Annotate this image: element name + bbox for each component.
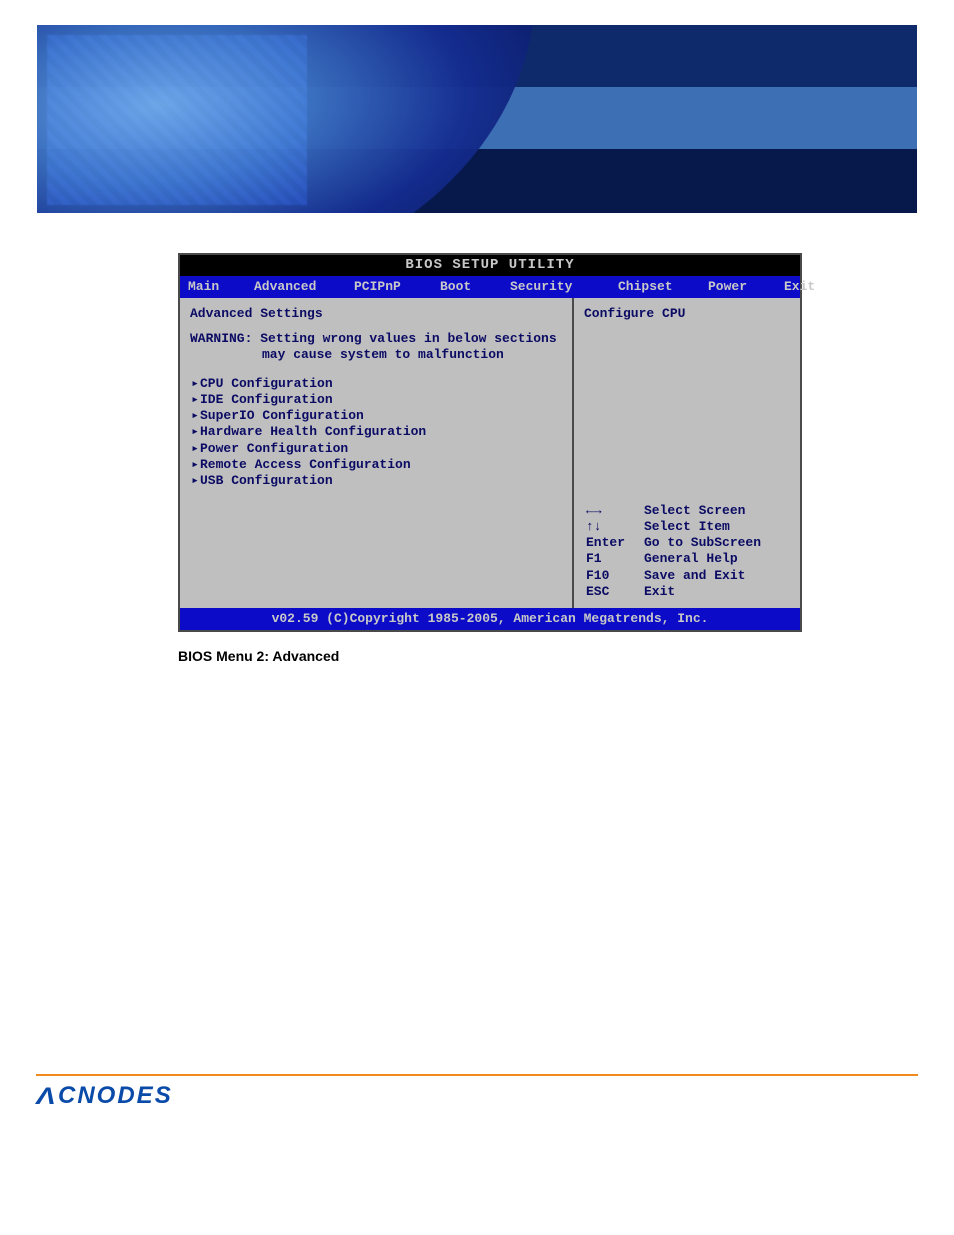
- key-name: F1: [584, 551, 642, 567]
- chevron-right-icon: ▸: [190, 376, 200, 392]
- key-action: Exit: [642, 584, 794, 600]
- tab-advanced[interactable]: Advanced: [254, 279, 354, 294]
- warning-line: may cause system to malfunction: [190, 347, 562, 363]
- menu-item-label: CPU Configuration: [200, 376, 333, 392]
- tab-chipset[interactable]: Chipset: [618, 279, 708, 294]
- menu-item-label: USB Configuration: [200, 473, 333, 489]
- banner-chip-texture: [47, 35, 307, 205]
- key-help-row: F10Save and Exit: [584, 568, 794, 584]
- menu-item[interactable]: ▸ IDE Configuration: [190, 392, 562, 408]
- key-action: Go to SubScreen: [642, 535, 794, 551]
- key-name: ←→: [584, 503, 642, 519]
- chevron-right-icon: ▸: [190, 392, 200, 408]
- key-help-table: ←→Select Screen↑↓Select ItemEnterGo to S…: [584, 503, 794, 601]
- section-title: Advanced Settings: [190, 306, 562, 321]
- menu-item[interactable]: ▸ Remote Access Configuration: [190, 457, 562, 473]
- key-help-row: ←→Select Screen: [584, 503, 794, 519]
- key-action: General Help: [642, 551, 794, 567]
- bios-title: BIOS SETUP UTILITY: [180, 255, 800, 276]
- tab-main[interactable]: Main: [188, 279, 254, 294]
- brand-logo: ΛCNODES: [38, 1082, 954, 1110]
- key-name: ESC: [584, 584, 642, 600]
- brand-text: CNODES: [58, 1082, 173, 1109]
- tab-pcipnp[interactable]: PCIPnP: [354, 279, 440, 294]
- key-action: Save and Exit: [642, 568, 794, 584]
- key-action: Select Item: [642, 519, 794, 535]
- menu-item-label: Remote Access Configuration: [200, 457, 411, 473]
- bios-footer: v02.59 (C)Copyright 1985-2005, American …: [180, 608, 800, 630]
- menu-item-label: SuperIO Configuration: [200, 408, 364, 424]
- brand-caret-icon: Λ: [36, 1083, 58, 1111]
- bios-right-pane: Configure CPU ←→Select Screen↑↓Select It…: [574, 298, 800, 608]
- tab-power[interactable]: Power: [708, 279, 784, 294]
- warning-line: WARNING: Setting wrong values in below s…: [190, 331, 562, 347]
- divider: [36, 1074, 918, 1076]
- figure-caption: BIOS Menu 2: Advanced: [178, 648, 954, 664]
- tab-boot[interactable]: Boot: [440, 279, 510, 294]
- tab-security[interactable]: Security: [510, 279, 618, 294]
- key-action: Select Screen: [642, 503, 794, 519]
- header-banner: [37, 25, 917, 213]
- bios-left-pane: Advanced Settings WARNING: Setting wrong…: [180, 298, 574, 608]
- key-help-row: ESCExit: [584, 584, 794, 600]
- menu-item[interactable]: ▸ Hardware Health Configuration: [190, 424, 562, 440]
- warning-text: WARNING: Setting wrong values in below s…: [190, 331, 562, 364]
- menu-item-label: Power Configuration: [200, 441, 348, 457]
- chevron-right-icon: ▸: [190, 457, 200, 473]
- bios-screenshot: BIOS SETUP UTILITY Main Advanced PCIPnP …: [178, 253, 802, 632]
- menu-item[interactable]: ▸ SuperIO Configuration: [190, 408, 562, 424]
- chevron-right-icon: ▸: [190, 424, 200, 440]
- key-name: F10: [584, 568, 642, 584]
- key-name: Enter: [584, 535, 642, 551]
- chevron-right-icon: ▸: [190, 408, 200, 424]
- bios-tab-bar: Main Advanced PCIPnP Boot Security Chips…: [180, 276, 800, 298]
- chevron-right-icon: ▸: [190, 473, 200, 489]
- key-help-row: F1General Help: [584, 551, 794, 567]
- help-text: Configure CPU: [584, 306, 794, 321]
- key-help-row: ↑↓Select Item: [584, 519, 794, 535]
- key-name: ↑↓: [584, 519, 642, 535]
- tab-exit[interactable]: Exit: [784, 279, 829, 294]
- chevron-right-icon: ▸: [190, 441, 200, 457]
- menu-item[interactable]: ▸ CPU Configuration: [190, 376, 562, 392]
- key-help-row: EnterGo to SubScreen: [584, 535, 794, 551]
- menu-item-label: IDE Configuration: [200, 392, 333, 408]
- menu-item[interactable]: ▸ Power Configuration: [190, 441, 562, 457]
- menu-item[interactable]: ▸ USB Configuration: [190, 473, 562, 489]
- menu-item-label: Hardware Health Configuration: [200, 424, 426, 440]
